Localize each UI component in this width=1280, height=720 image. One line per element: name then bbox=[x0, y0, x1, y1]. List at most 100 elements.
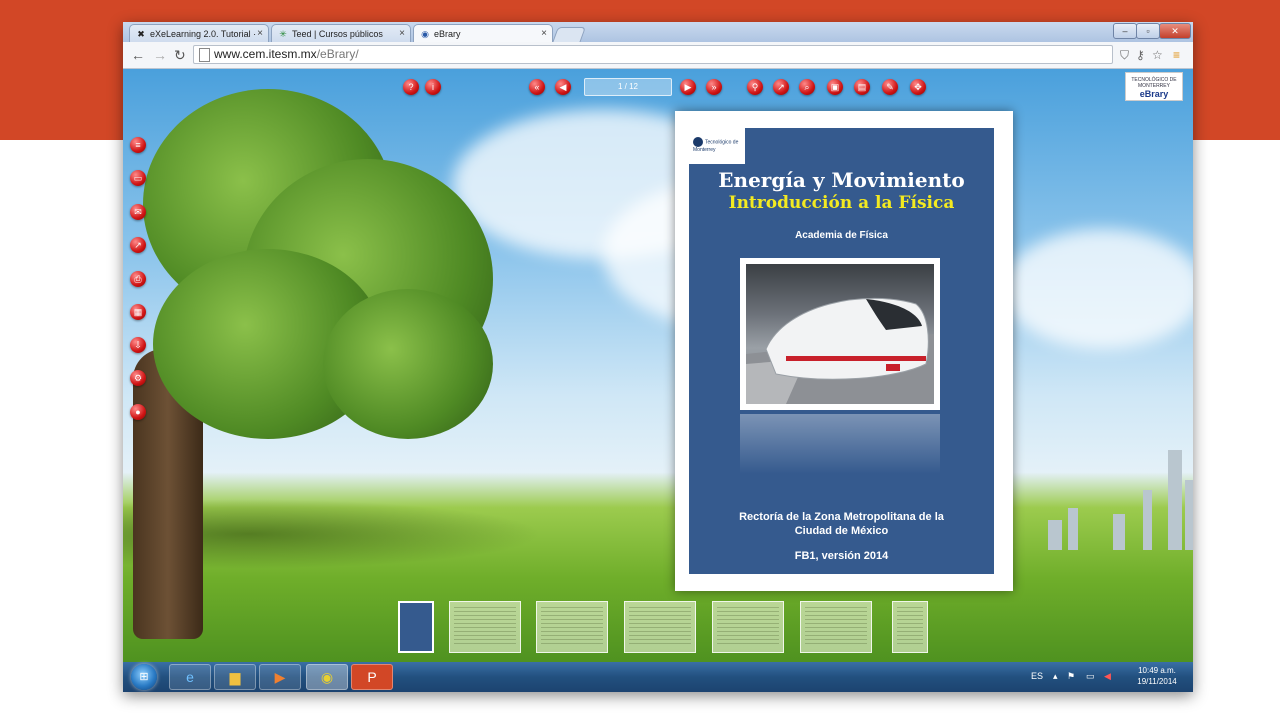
table-of-contents-button[interactable]: ≡ bbox=[130, 137, 146, 153]
thumbnail-content bbox=[897, 607, 923, 647]
logo-caption: TECNOLÓGICO DE MONTERREY bbox=[1131, 77, 1177, 89]
thumbnail-page[interactable] bbox=[712, 601, 784, 653]
building bbox=[1185, 480, 1193, 550]
download-button[interactable]: ⇩ bbox=[130, 337, 146, 353]
user-icon[interactable]: ● bbox=[130, 404, 146, 420]
chrome-icon[interactable]: ◉ bbox=[306, 664, 348, 690]
cover-subtitle: Introducción a la Física bbox=[728, 193, 955, 213]
settings-gear-icon[interactable]: ⚙ bbox=[130, 370, 146, 386]
reload-icon[interactable]: ↻ bbox=[174, 47, 186, 63]
new-tab-button[interactable] bbox=[552, 27, 586, 43]
ebrary-icon: ◉ bbox=[421, 28, 429, 39]
first-page-button[interactable]: « bbox=[529, 79, 545, 95]
clock-date: 19/11/2014 bbox=[1137, 677, 1177, 686]
building bbox=[1143, 490, 1152, 550]
thumbnail-content bbox=[629, 607, 691, 647]
clock-time: 10:49 a.m. bbox=[1138, 666, 1176, 675]
cover-rectoria: Rectoría de la Zona Metropolitana de la … bbox=[689, 510, 994, 538]
zoom-button[interactable]: ⚲ bbox=[747, 79, 763, 95]
teed-icon: ✳ bbox=[279, 28, 287, 39]
info-button[interactable]: i bbox=[425, 79, 441, 95]
tab-exelearning[interactable]: ✖ eXeLearning 2.0. Tutorial · × bbox=[129, 24, 269, 42]
cloud bbox=[1003, 229, 1193, 349]
minimize-button[interactable]: – bbox=[1113, 23, 1137, 39]
cover-rectoria-line2: Ciudad de México bbox=[794, 525, 889, 537]
shield-icon[interactable]: ⛉ bbox=[1120, 48, 1129, 63]
thumbnail-content bbox=[454, 607, 516, 647]
close-window-button[interactable]: ✕ bbox=[1159, 23, 1191, 39]
start-button[interactable]: ⊞ bbox=[131, 664, 157, 690]
media-player-icon[interactable]: ▶ bbox=[259, 664, 301, 690]
cover-version: FB1, versión 2014 bbox=[794, 550, 889, 562]
volume-icon[interactable]: ◀ bbox=[1104, 671, 1111, 682]
logo-name: eBrary bbox=[1139, 89, 1169, 99]
cover-rectoria-line1: Rectoría de la Zona Metropolitana de la bbox=[739, 511, 944, 523]
annotate-button[interactable]: ✎ bbox=[882, 79, 898, 95]
close-tab-icon[interactable]: × bbox=[399, 28, 405, 39]
close-tab-icon[interactable]: × bbox=[541, 28, 547, 39]
book-page[interactable]: Tecnológico de Monterrey Energía y Movim… bbox=[675, 111, 1013, 591]
page-indicator[interactable]: 1 / 12 bbox=[584, 78, 672, 96]
url-path: /eBrary/ bbox=[316, 47, 359, 61]
powerpoint-icon[interactable]: P bbox=[351, 664, 393, 690]
tec-seal-icon bbox=[693, 137, 703, 147]
maximize-button[interactable]: ▫ bbox=[1136, 23, 1160, 39]
action-center-flag-icon[interactable]: ⚑ bbox=[1067, 671, 1075, 682]
help-button[interactable]: ? bbox=[403, 79, 419, 95]
print-sidebar-button[interactable]: ⎙ bbox=[130, 271, 146, 287]
thumbnail-page[interactable] bbox=[449, 601, 521, 653]
last-page-button[interactable]: » bbox=[706, 79, 722, 95]
ebrary-logo: TECNOLÓGICO DE MONTERREY eBrary bbox=[1125, 72, 1183, 101]
show-hidden-icons[interactable]: ▴ bbox=[1053, 671, 1058, 682]
train-photo-image bbox=[746, 264, 934, 404]
thumbnail-content bbox=[805, 607, 867, 647]
thumbnails-button[interactable]: ▦ bbox=[130, 304, 146, 320]
tab-ebrary[interactable]: ◉ eBrary × bbox=[413, 24, 553, 42]
save-button[interactable]: ▣ bbox=[827, 79, 843, 95]
print-button[interactable]: ▤ bbox=[854, 79, 870, 95]
photo-reflection bbox=[740, 414, 940, 474]
thumbnail-page[interactable] bbox=[800, 601, 872, 653]
building bbox=[1068, 508, 1078, 550]
system-clock[interactable]: 10:49 a.m. 19/11/2014 bbox=[1127, 665, 1187, 687]
back-arrow-icon[interactable]: ← bbox=[131, 47, 145, 63]
forward-arrow-icon[interactable]: → bbox=[153, 47, 167, 63]
file-explorer-icon[interactable]: ▆ bbox=[214, 664, 256, 690]
page-icon bbox=[199, 48, 210, 62]
building bbox=[1048, 520, 1062, 550]
train-photo bbox=[740, 258, 940, 410]
thumbnail-page[interactable] bbox=[892, 601, 928, 653]
tab-teed[interactable]: ✳ Teed | Cursos públicos × bbox=[271, 24, 411, 42]
menu-icon[interactable]: ≡ bbox=[1173, 48, 1180, 62]
bookmark-star-icon[interactable]: ☆ bbox=[1152, 48, 1163, 62]
thumbnail-page[interactable] bbox=[624, 601, 696, 653]
thumbnail-page[interactable] bbox=[536, 601, 608, 653]
exe-icon: ✖ bbox=[137, 28, 145, 39]
thumbnail-page[interactable] bbox=[398, 601, 434, 653]
tab-label: eXeLearning 2.0. Tutorial · bbox=[150, 28, 257, 39]
windows-taskbar: ⊞ e ▆ ▶ ◉ P ES ▴ ⚑ ▭ ◀ 10:49 a.m. 19/11/… bbox=[123, 662, 1193, 692]
address-bar[interactable]: www.cem.itesm.mx/eBrary/ bbox=[193, 45, 1113, 64]
fullscreen-button[interactable]: ✥ bbox=[910, 79, 926, 95]
book-cover: Tecnológico de Monterrey Energía y Movim… bbox=[689, 128, 994, 574]
browser-toolbar: ← → ↻ www.cem.itesm.mx/eBrary/ ⛉ ⚷ ☆ ≡ bbox=[123, 42, 1193, 69]
key-icon[interactable]: ⚷ bbox=[1136, 48, 1145, 62]
email-button[interactable]: ✉ bbox=[130, 204, 146, 220]
train-illustration bbox=[746, 297, 934, 404]
thumbnail-content bbox=[717, 607, 779, 647]
internet-explorer-icon[interactable]: e bbox=[169, 664, 211, 690]
cover-title: Energía y Movimiento bbox=[718, 168, 965, 192]
search-button[interactable]: ⌕ bbox=[799, 79, 815, 95]
close-tab-icon[interactable]: × bbox=[257, 28, 263, 39]
bookmarks-button[interactable]: ▭ bbox=[130, 170, 146, 186]
tree-foliage bbox=[323, 289, 493, 439]
share-button[interactable]: ↗ bbox=[773, 79, 789, 95]
previous-page-button[interactable]: ◀ bbox=[555, 79, 571, 95]
share-sidebar-button[interactable]: ↗ bbox=[130, 237, 146, 253]
tab-label: eBrary bbox=[434, 28, 461, 39]
browser-window: ✖ eXeLearning 2.0. Tutorial · × ✳ Teed |… bbox=[123, 22, 1193, 692]
network-icon[interactable]: ▭ bbox=[1086, 671, 1095, 682]
language-indicator[interactable]: ES bbox=[1031, 671, 1043, 681]
next-page-button[interactable]: ▶ bbox=[680, 79, 696, 95]
tecnologico-logo: Tecnológico de Monterrey bbox=[689, 128, 745, 164]
